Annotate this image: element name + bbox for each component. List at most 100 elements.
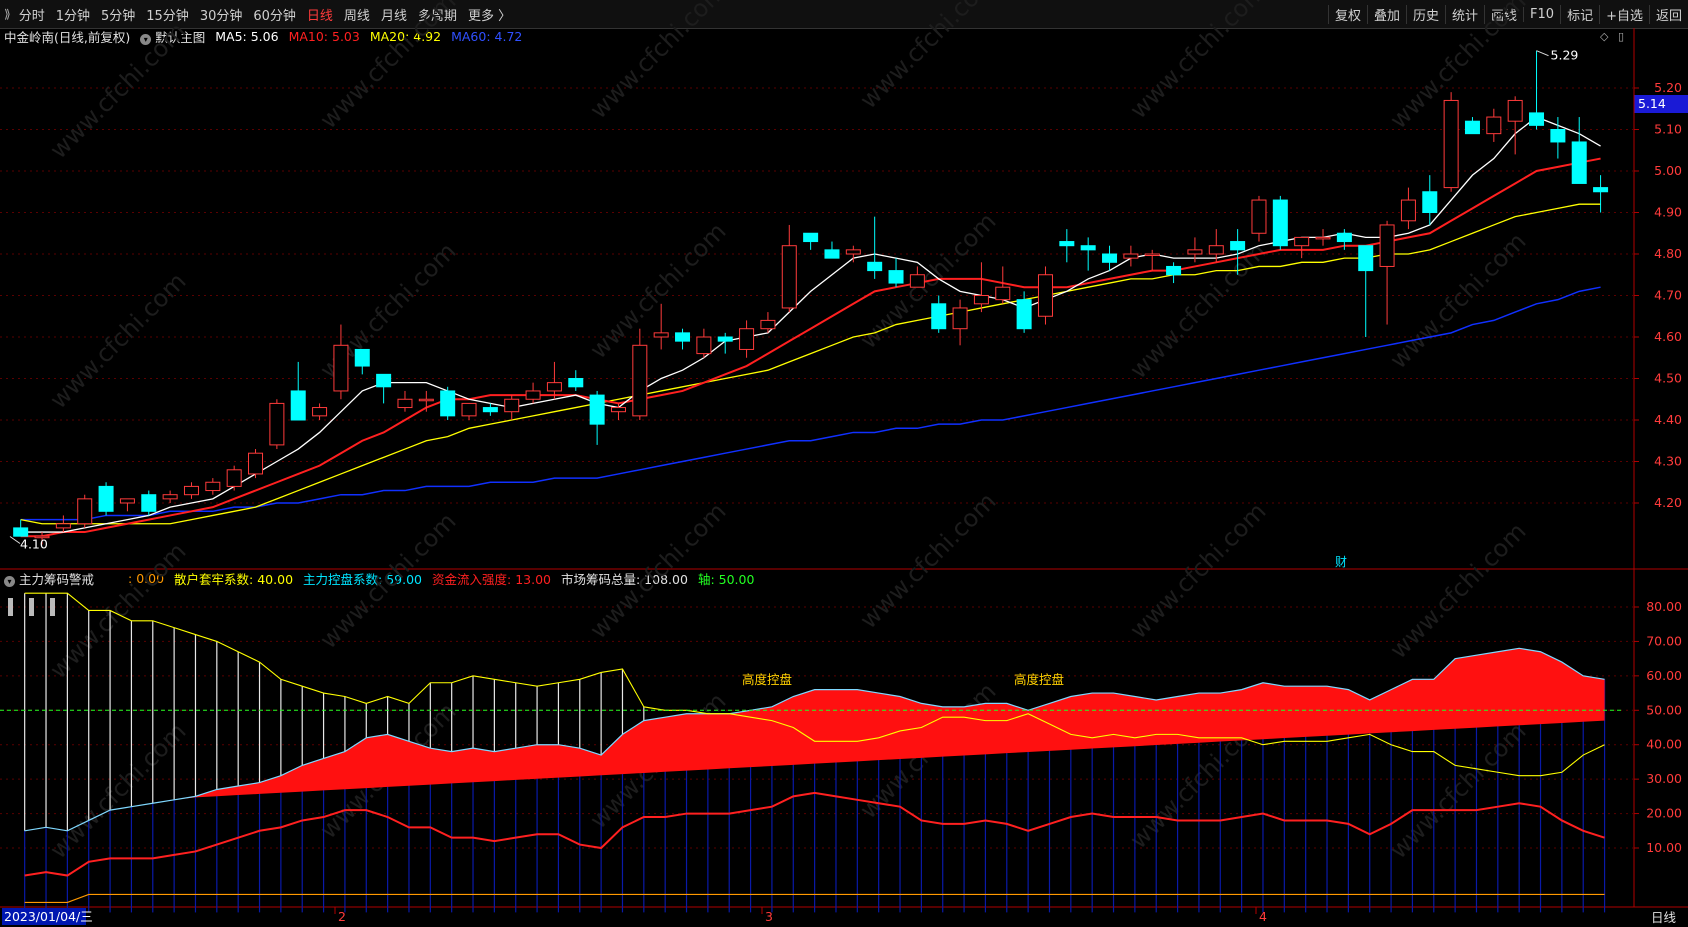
candle-body <box>525 390 541 400</box>
candle-body <box>1336 232 1352 243</box>
ma60-line <box>20 286 1601 521</box>
candle-body <box>867 261 883 272</box>
candle-body <box>1358 245 1374 272</box>
price-tick-label: 4.70 <box>1654 288 1682 303</box>
candle-body <box>1379 224 1395 267</box>
watermark-text: www.cfchi.com <box>44 267 191 414</box>
low-price-label: 4.10 <box>20 537 48 552</box>
candle-body <box>696 336 712 355</box>
candle-body <box>1571 141 1587 184</box>
candle-body <box>55 523 71 529</box>
candle-body <box>440 390 456 417</box>
candle-body <box>1486 116 1502 135</box>
indicator-tick-label: 20.00 <box>1646 806 1682 821</box>
indicator-tick-label: 30.00 <box>1646 771 1682 786</box>
high-price-label: 5.29 <box>1551 48 1579 63</box>
price-tick-label: 4.50 <box>1654 371 1682 386</box>
signal-marker <box>50 598 55 616</box>
candle-body <box>760 319 776 330</box>
signal-marker <box>8 598 13 616</box>
candle-body <box>312 407 328 417</box>
watermark-text: www.cfchi.com <box>314 0 461 134</box>
candle-body <box>546 382 562 392</box>
watermark-text: www.cfchi.com <box>1124 0 1271 124</box>
candle-body <box>1529 112 1545 126</box>
candle-body <box>98 485 114 512</box>
candle-body <box>77 498 93 525</box>
candle-body <box>632 344 648 417</box>
price-tick-label: 4.60 <box>1654 329 1682 344</box>
month-label: 4 <box>1259 909 1267 924</box>
watermark-text: www.cfchi.com <box>1384 227 1531 374</box>
watermark-text: www.cfchi.com <box>1124 237 1271 384</box>
candle-body <box>1550 129 1566 143</box>
candle-body <box>845 249 861 255</box>
price-tick-label: 4.40 <box>1654 412 1682 427</box>
candle-body <box>461 402 477 417</box>
candle-body <box>1059 241 1075 247</box>
candle-body <box>675 332 691 342</box>
candle-body <box>589 394 605 425</box>
finance-marker: 财 <box>1335 555 1347 569</box>
candle-body <box>568 378 584 388</box>
candle-body <box>1230 241 1246 251</box>
window-icon: ▯ <box>1618 30 1624 43</box>
watermark-text: www.cfchi.com <box>44 17 191 164</box>
indicator-tick-label: 70.00 <box>1646 633 1682 648</box>
indicator-tick-label: 10.00 <box>1646 840 1682 855</box>
candle-body <box>1443 99 1459 189</box>
candle-body <box>973 295 989 305</box>
price-tick-label: 4.20 <box>1654 495 1682 510</box>
watermark-text: www.cfchi.com <box>44 717 191 864</box>
candle-body <box>1016 299 1032 330</box>
candle-body <box>1080 245 1096 251</box>
candle-body <box>269 402 285 446</box>
candle-body <box>781 245 797 309</box>
control-annotation: 高度控盘 <box>742 672 792 687</box>
candle-body <box>504 398 520 413</box>
watermark-text: www.cfchi.com <box>854 487 1001 634</box>
candle-body <box>397 398 413 409</box>
candle-body <box>1251 199 1267 234</box>
watermark-text: www.cfchi.com <box>854 0 1001 114</box>
watermark-text: www.cfchi.com <box>314 507 461 654</box>
control-annotation: 高度控盘 <box>1014 672 1064 687</box>
candle-body <box>717 336 733 342</box>
candle-body <box>418 398 434 402</box>
date-label: 2023/01/04/三 <box>4 909 93 924</box>
candle-body <box>931 303 947 330</box>
candle-body <box>1272 199 1288 247</box>
watermark-text: www.cfchi.com <box>1384 717 1531 864</box>
candle-body <box>141 494 157 512</box>
candle-body <box>1102 253 1118 263</box>
candle-body <box>1123 253 1139 259</box>
candle-body <box>824 249 840 259</box>
candle-body <box>119 498 135 504</box>
watermark-text: www.cfchi.com <box>1384 517 1531 664</box>
indicator-tick-label: 50.00 <box>1646 702 1682 717</box>
candle-body <box>1037 274 1053 317</box>
chart-canvas[interactable]: 4.20 4.30 4.40 4.50 4.60 4.70 4.80 4.90 5.00 5.10… <box>0 0 1688 927</box>
price-tick-label: 4.30 <box>1654 454 1682 469</box>
high-marker <box>1536 50 1549 57</box>
candle-body <box>333 344 349 392</box>
candle-body <box>1294 236 1310 247</box>
candle-body <box>1144 253 1160 256</box>
candle-body <box>354 348 370 367</box>
price-tick-label: 4.90 <box>1654 205 1682 220</box>
candle-body <box>183 485 199 496</box>
watermark-text: www.cfchi.com <box>44 537 191 684</box>
watermark-text: www.cfchi.com <box>584 0 731 124</box>
candle-body <box>226 469 242 487</box>
period-label: 日线 <box>1651 910 1677 925</box>
candle-body <box>909 274 925 288</box>
watermark-text: www.cfchi.com <box>584 497 731 644</box>
indicator-tick-label: 60.00 <box>1646 668 1682 683</box>
ma10-line <box>20 157 1601 538</box>
candle-body <box>1507 99 1523 122</box>
candle-body <box>1464 120 1480 135</box>
candle-body <box>995 286 1011 301</box>
candle-body <box>952 307 968 330</box>
candle-body <box>888 270 904 284</box>
candle-body <box>1187 249 1203 255</box>
